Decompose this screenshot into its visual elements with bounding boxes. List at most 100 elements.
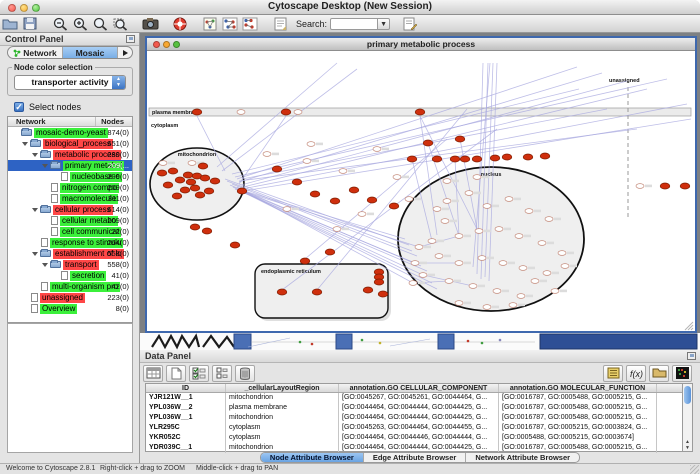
network-node-colored[interactable]	[363, 287, 373, 293]
network-node-colored[interactable]	[415, 109, 425, 115]
tree-row-nitrogen-compo[interactable]: nitrogen compo209(0)	[8, 182, 132, 193]
network-node-unselected[interactable]	[493, 289, 501, 294]
attribute-table-header[interactable]: ID_cellularLayoutRegionannotation.GO CEL…	[146, 384, 682, 393]
network-node-colored[interactable]	[186, 179, 196, 185]
tree-row-secretion[interactable]: secretion41(0)	[8, 270, 132, 281]
float-panel-icon[interactable]	[126, 35, 135, 43]
network-node-unselected[interactable]	[495, 227, 503, 232]
background-frames-strip[interactable]	[140, 333, 700, 350]
network-node-colored[interactable]	[472, 156, 482, 162]
table-row-YJR121W__1[interactable]: YJR121W__1mitochondrion[GO:0045267, GO:0…	[146, 393, 682, 403]
network-node-colored[interactable]	[204, 188, 214, 194]
attribute-table-icon[interactable]	[143, 365, 163, 382]
network-node-colored[interactable]	[183, 172, 193, 178]
network-node-unselected[interactable]	[433, 207, 441, 212]
network-node-colored[interactable]	[389, 203, 399, 209]
network-node-unselected[interactable]	[505, 197, 513, 202]
network-node-unselected[interactable]	[473, 175, 481, 180]
network-node-unselected[interactable]	[465, 191, 473, 196]
network-node-unselected[interactable]	[443, 199, 451, 204]
tab-network[interactable]: Network	[8, 47, 63, 58]
network-node-colored[interactable]	[192, 109, 202, 115]
network-node-unselected[interactable]	[415, 245, 423, 250]
layout-spring-icon[interactable]	[220, 16, 240, 32]
network-node-colored[interactable]	[300, 258, 310, 264]
network-node-colored[interactable]	[502, 154, 512, 160]
network-node-colored[interactable]	[168, 168, 178, 174]
tree-row-metabolic-process[interactable]: metabolic process280(0)	[8, 149, 132, 160]
network-node-colored[interactable]	[423, 140, 433, 146]
table-row-YPL036W__1[interactable]: YPL036W__1mitochondrion[GO:0044464, GO:0…	[146, 413, 682, 423]
new-attribute-icon[interactable]	[166, 365, 186, 382]
network-canvas[interactable]: plasma membranecytoplasmmitochondrionnuc…	[147, 51, 695, 331]
tree-row-establishment-of-lo[interactable]: establishment of lo558(0)	[8, 248, 132, 259]
network-node-colored[interactable]	[292, 179, 302, 185]
layout-attribute-icon[interactable]	[240, 16, 260, 32]
delete-attribute-trash-icon[interactable]	[235, 365, 255, 382]
tab-network-attribute-browser[interactable]: Network Attribute Browser	[466, 453, 579, 462]
select-nodes-checkbox[interactable]: ✓	[14, 102, 24, 112]
tree-row-transport[interactable]: transport558(0)	[8, 259, 132, 270]
network-node-unselected[interactable]	[478, 256, 486, 261]
network-node-unselected[interactable]	[517, 294, 525, 299]
network-node-unselected[interactable]	[159, 161, 167, 166]
network-node-unselected[interactable]	[538, 241, 546, 246]
network-node-colored[interactable]	[455, 136, 465, 142]
network-node-unselected[interactable]	[519, 266, 527, 271]
import-attributes-folder-icon[interactable]	[649, 365, 669, 382]
birdseye-view-panel[interactable]	[7, 323, 133, 453]
zoom-fit-icon[interactable]	[90, 16, 110, 32]
network-node-unselected[interactable]	[636, 184, 644, 189]
network-node-colored[interactable]	[432, 156, 442, 162]
network-node-colored[interactable]	[523, 154, 533, 160]
network-node-unselected[interactable]	[435, 254, 443, 259]
network-node-colored[interactable]	[325, 249, 335, 255]
tree-expand-icon[interactable]	[42, 263, 48, 267]
tree-row-nucleobase-c[interactable]: nucleobase-c209(0)	[8, 171, 132, 182]
column-header-ID[interactable]: ID	[146, 384, 226, 392]
network-node-unselected[interactable]	[531, 279, 539, 284]
column-header-_cellularLayoutRegion[interactable]: _cellularLayoutRegion	[226, 384, 339, 392]
network-node-colored[interactable]	[349, 187, 359, 193]
network-overview-icon[interactable]	[200, 16, 220, 32]
camera-snapshot-icon[interactable]	[140, 16, 160, 32]
network-node-colored[interactable]	[281, 109, 291, 115]
network-node-colored[interactable]	[540, 153, 550, 159]
node-color-combobox[interactable]: transporter activity ▲▼	[14, 75, 126, 90]
network-node-unselected[interactable]	[237, 110, 245, 115]
network-node-colored[interactable]	[172, 193, 182, 199]
network-node-unselected[interactable]	[545, 217, 553, 222]
tree-row-macromolecule[interactable]: macromolecule311(0)	[8, 193, 132, 204]
network-node-colored[interactable]	[407, 156, 417, 162]
frame-resize-grip[interactable]	[685, 322, 693, 330]
network-node-unselected[interactable]	[303, 159, 311, 164]
tree-expand-icon[interactable]	[32, 208, 38, 212]
network-node-unselected[interactable]	[525, 209, 533, 214]
network-node-unselected[interactable]	[294, 110, 302, 115]
background-frame-titlebar[interactable]	[540, 334, 697, 349]
save-floppy-icon[interactable]	[20, 16, 40, 32]
network-node-colored[interactable]	[277, 289, 287, 295]
tab-mosaic[interactable]: Mosaic	[63, 47, 118, 58]
tree-row-cell-communicat[interactable]: cell communicat22(0)	[8, 226, 132, 237]
network-node-colored[interactable]	[190, 185, 200, 191]
network-frame-titlebar[interactable]: primary metabolic process	[147, 38, 695, 51]
network-node-colored[interactable]	[210, 178, 220, 184]
network-node-colored[interactable]	[460, 156, 470, 162]
network-node-colored[interactable]	[175, 177, 185, 183]
network-node-unselected[interactable]	[283, 207, 291, 212]
zoom-selected-icon[interactable]	[110, 16, 130, 32]
network-node-unselected[interactable]	[551, 289, 559, 294]
matrix-heatmap-icon[interactable]	[672, 365, 692, 382]
network-node-unselected[interactable]	[339, 169, 347, 174]
column-header-annotation.GO CELLULAR_COMPONENT[interactable]: annotation.GO CELLULAR_COMPONENT	[339, 384, 499, 392]
background-frame-titlebar[interactable]	[336, 334, 352, 349]
session-note-icon[interactable]	[400, 16, 420, 32]
annotation-note-icon[interactable]	[270, 16, 290, 32]
tab-node-attribute-browser[interactable]: Node Attribute Browser	[261, 453, 364, 462]
tree-row-mosaic-demo-yeast[interactable]: mosaic-demo-yeast874(0)	[8, 127, 132, 138]
network-node-unselected[interactable]	[483, 305, 491, 310]
tree-row-overview[interactable]: Overview8(0)	[8, 303, 132, 314]
zoom-out-icon[interactable]	[50, 16, 70, 32]
network-node-colored[interactable]	[330, 198, 340, 204]
